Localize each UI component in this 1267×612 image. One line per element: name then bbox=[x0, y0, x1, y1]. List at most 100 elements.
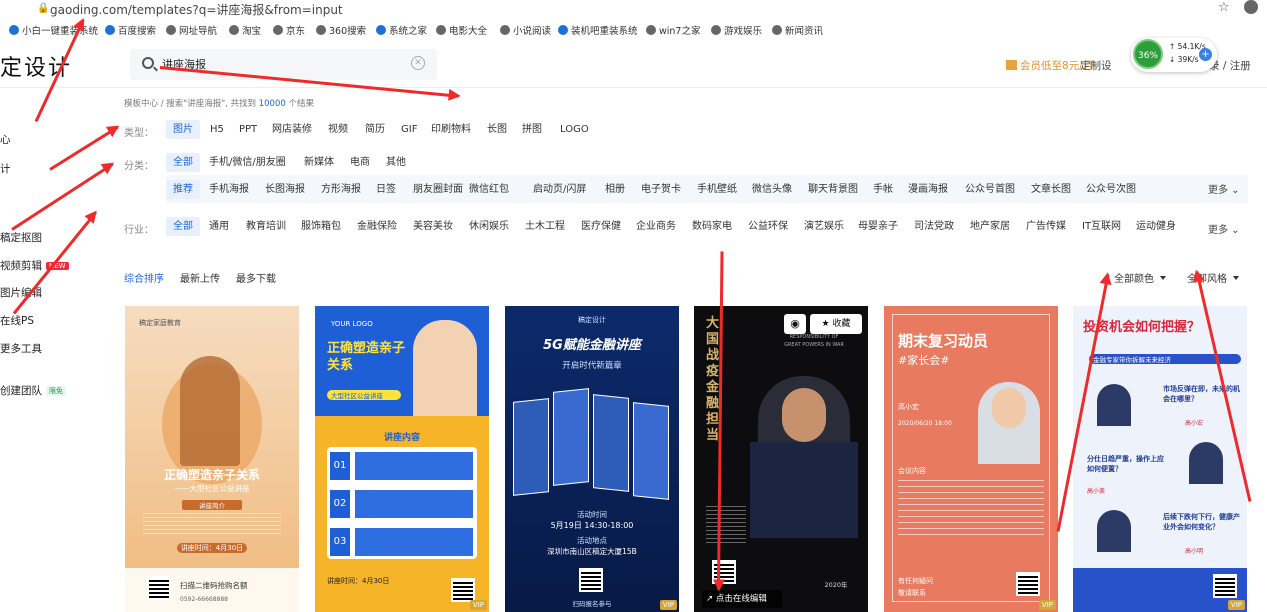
subcategory-filter-7[interactable]: 启动页/闪屏 bbox=[533, 180, 586, 199]
industry-filter-12[interactable]: 演艺娱乐 bbox=[804, 217, 844, 236]
bookmark-item[interactable]: 系统之家 bbox=[376, 23, 427, 37]
industry-filter-1[interactable]: 通用 bbox=[209, 217, 229, 236]
sort-comprehensive[interactable]: 综合排序 bbox=[124, 270, 164, 285]
type-filter-8[interactable]: 长图 bbox=[487, 120, 507, 139]
bookmark-item[interactable]: 网址导航 bbox=[166, 23, 217, 37]
category-filter-2[interactable]: 新媒体 bbox=[304, 153, 334, 172]
subcategory-filter-17[interactable]: 公众号次图 bbox=[1086, 180, 1136, 199]
custom-design-link[interactable]: 定制设 bbox=[1080, 58, 1112, 73]
industry-filter-10[interactable]: 数码家电 bbox=[692, 217, 732, 236]
template-card[interactable]: 稿定家庭教育 正确塑造亲子关系 ——大型社区公益讲座 讲座简介 讲座时间：4月3… bbox=[125, 306, 299, 612]
type-filter-5[interactable]: 简历 bbox=[365, 120, 385, 139]
bookmark-item[interactable]: 360搜索 bbox=[316, 23, 366, 37]
bookmark-item[interactable]: 淘宝 bbox=[229, 23, 261, 37]
subcategory-filter-13[interactable]: 手帐 bbox=[873, 180, 893, 199]
subcategory-filter-6[interactable]: 微信红包 bbox=[469, 180, 509, 199]
bookmark-item[interactable]: 电影大全 bbox=[436, 23, 487, 37]
industry-filter-3[interactable]: 服饰箱包 bbox=[301, 217, 341, 236]
type-filter-6[interactable]: GIF bbox=[401, 120, 417, 139]
industry-filter-5[interactable]: 美容美妆 bbox=[413, 217, 453, 236]
subcategory-filter-16[interactable]: 文章长图 bbox=[1031, 180, 1071, 199]
type-filter-10[interactable]: LOGO bbox=[560, 120, 589, 139]
category-filter-3[interactable]: 电商 bbox=[350, 153, 370, 172]
sidebar-item-more-tools[interactable]: 更多工具 bbox=[0, 341, 42, 356]
sidebar-item-online-ps[interactable]: 在线PS bbox=[0, 313, 34, 328]
type-filter-9[interactable]: 拼图 bbox=[522, 120, 542, 139]
url-text[interactable]: gaoding.com/templates?q=讲座海报&from=input bbox=[50, 1, 343, 18]
industry-filter-4[interactable]: 金融保险 bbox=[357, 217, 397, 236]
bookmark-item[interactable]: 新闻资讯 bbox=[772, 23, 823, 37]
search-box[interactable]: ✕ bbox=[130, 49, 437, 80]
breadcrumb-home[interactable]: 模板中心 bbox=[124, 99, 158, 109]
industry-filter-0[interactable]: 全部 bbox=[166, 217, 200, 236]
star-icon[interactable]: ☆ bbox=[1218, 0, 1230, 15]
industry-filter-6[interactable]: 休闲娱乐 bbox=[469, 217, 509, 236]
subcategory-filter-14[interactable]: 漫画海报 bbox=[908, 180, 948, 199]
bookmark-item[interactable]: 京东 bbox=[273, 23, 305, 37]
type-filter-1[interactable]: H5 bbox=[210, 120, 224, 139]
bookmark-item[interactable]: win7之家 bbox=[646, 23, 700, 37]
sort-newest[interactable]: 最新上传 bbox=[180, 270, 220, 285]
subcategory-filter-5[interactable]: 朋友圈封面 bbox=[413, 180, 463, 199]
category-filter-0[interactable]: 全部 bbox=[166, 153, 200, 172]
browser-address-bar[interactable]: 🔒 gaoding.com/templates?q=讲座海报&from=inpu… bbox=[0, 0, 1267, 18]
industry-filter-2[interactable]: 教育培训 bbox=[246, 217, 286, 236]
subcategory-filter-1[interactable]: 手机海报 bbox=[209, 180, 249, 199]
sidebar-item[interactable]: 心 bbox=[0, 132, 11, 147]
sidebar-item-create-team[interactable]: 创建团队 限免 bbox=[0, 383, 66, 398]
industry-filter-15[interactable]: 地产家居 bbox=[970, 217, 1010, 236]
template-card[interactable]: 期末复习动员 #家长会# 高小宏 2020/06/20 18:00 会议内容 有… bbox=[884, 306, 1058, 612]
type-filter-3[interactable]: 网店装修 bbox=[272, 120, 312, 139]
industry-filter-14[interactable]: 司法党政 bbox=[914, 217, 954, 236]
color-dropdown[interactable]: 全部颜色 bbox=[1114, 270, 1166, 285]
bookmark-icon bbox=[105, 25, 115, 35]
type-filter-7[interactable]: 印刷物料 bbox=[431, 120, 471, 139]
collect-button[interactable]: ★ 收藏 bbox=[810, 314, 862, 334]
bookmark-item[interactable]: 装机吧重装系统 bbox=[558, 23, 638, 37]
template-card[interactable]: 稿定设计 5G赋能金融讲座 开启时代新篇章 活动时间 5月19日 14:30-1… bbox=[505, 306, 679, 612]
subcategory-filter-11[interactable]: 微信头像 bbox=[752, 180, 792, 199]
industry-filter-13[interactable]: 母婴亲子 bbox=[858, 217, 898, 236]
industry-filter-9[interactable]: 企业商务 bbox=[636, 217, 676, 236]
subcategory-filter-15[interactable]: 公众号首图 bbox=[965, 180, 1015, 199]
account-icon[interactable] bbox=[1244, 0, 1258, 14]
sidebar-item[interactable]: 计 bbox=[0, 161, 11, 176]
bookmark-item[interactable]: 小说阅读 bbox=[500, 23, 551, 37]
vip-badge: VIP bbox=[659, 600, 677, 610]
type-filter-4[interactable]: 视频 bbox=[328, 120, 348, 139]
industry-more-button[interactable]: 更多 ⌄ bbox=[1208, 221, 1240, 236]
vip-badge: VIP bbox=[1227, 600, 1245, 610]
bookmark-item[interactable]: 百度搜索 bbox=[105, 23, 156, 37]
subcategory-filter-9[interactable]: 电子贺卡 bbox=[641, 180, 681, 199]
category-filter-1[interactable]: 手机/微信/朋友圈 bbox=[209, 153, 286, 172]
sort-most-downloaded[interactable]: 最多下载 bbox=[236, 270, 276, 285]
category-filter-4[interactable]: 其他 bbox=[386, 153, 406, 172]
template-card[interactable]: 投资机会如何把握？ 金融专家带你拆解未来经济 市场反弹在即，未来的机会在哪里？ … bbox=[1073, 306, 1247, 612]
industry-filter-16[interactable]: 广告传媒 bbox=[1026, 217, 1066, 236]
bookmark-item[interactable]: 游戏娱乐 bbox=[711, 23, 762, 37]
sidebar-item-cutout[interactable]: 稿定抠图 bbox=[0, 230, 42, 245]
template-card[interactable]: YOUR LOGO 正确塑造亲子关系 大型社区公益讲座 讲座内容 01 02 0… bbox=[315, 306, 489, 612]
network-speed-widget[interactable]: 36% ↑ 54.1K/s ↓ 39K/s + bbox=[1131, 38, 1217, 72]
subcat-more-button[interactable]: 更多 ⌄ bbox=[1208, 181, 1240, 196]
industry-filter-8[interactable]: 医疗保健 bbox=[581, 217, 621, 236]
industry-filter-17[interactable]: IT互联网 bbox=[1082, 217, 1121, 236]
plus-icon[interactable]: + bbox=[1199, 48, 1212, 61]
subcategory-filter-4[interactable]: 日签 bbox=[376, 180, 396, 199]
type-filter-0[interactable]: 图片 bbox=[166, 120, 200, 139]
subcategory-filter-8[interactable]: 相册 bbox=[605, 180, 625, 199]
industry-filter-11[interactable]: 公益环保 bbox=[748, 217, 788, 236]
preview-eye-icon[interactable]: ◉ bbox=[784, 314, 806, 334]
clear-icon[interactable]: ✕ bbox=[411, 56, 425, 70]
search-icon[interactable] bbox=[142, 57, 154, 69]
industry-filter-7[interactable]: 土木工程 bbox=[525, 217, 565, 236]
subcategory-filter-10[interactable]: 手机壁纸 bbox=[697, 180, 737, 199]
subcategory-filter-3[interactable]: 方形海报 bbox=[321, 180, 361, 199]
subcategory-filter-0[interactable]: 推荐 bbox=[166, 180, 200, 199]
subcategory-filter-2[interactable]: 长图海报 bbox=[265, 180, 305, 199]
bookmark-icon bbox=[166, 25, 176, 35]
subcategory-filter-12[interactable]: 聊天背景图 bbox=[808, 180, 858, 199]
industry-filter-18[interactable]: 运动健身 bbox=[1136, 217, 1176, 236]
type-filter-2[interactable]: PPT bbox=[239, 120, 257, 139]
online-edit-button[interactable]: ↗ 点击在线编辑 bbox=[702, 590, 782, 608]
